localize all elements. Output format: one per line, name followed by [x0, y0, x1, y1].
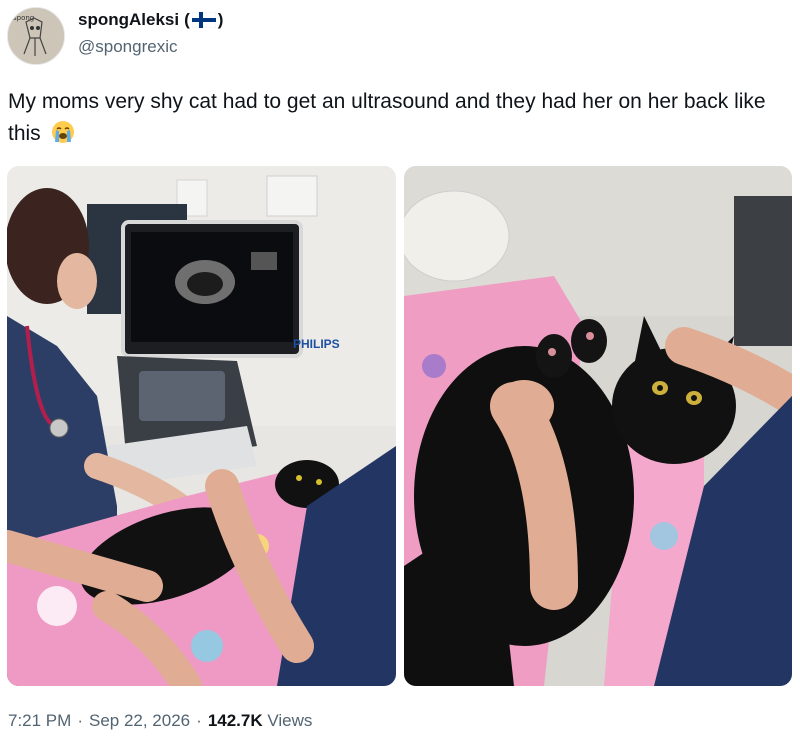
finland-flag-icon — [191, 11, 217, 29]
author-display-name[interactable]: spongAleksi — [78, 10, 179, 30]
left-monitor-brand: PHILIPS — [293, 337, 340, 351]
tweet-body: My moms very shy cat had to get an ultra… — [8, 90, 766, 145]
author-handle[interactable]: @spongrexic — [78, 37, 177, 57]
tweet-time[interactable]: 7:21 PM — [8, 711, 71, 730]
views-label: Views — [267, 711, 313, 730]
author-name-row[interactable]: spongAleksi ( ) — [78, 10, 223, 30]
tweet-meta: 7:21 PM · Sep 22, 2026 · 142.7K Views — [8, 711, 312, 731]
separator-dot: · — [196, 711, 202, 730]
views-count: 142.7K — [207, 711, 263, 730]
cat-on-back-closeup-photo[interactable] — [404, 166, 792, 686]
tweet-date[interactable]: Sep 22, 2026 — [89, 711, 190, 730]
ultrasound-room-photo[interactable]: PHILIPS — [7, 166, 396, 686]
loudly-crying-face-icon — [51, 120, 75, 144]
separator-dot: · — [77, 711, 83, 730]
flag-paren-open: ( — [184, 10, 190, 29]
svg-text:spong: spong — [13, 14, 34, 22]
tweet-text: My moms very shy cat had to get an ultra… — [8, 86, 788, 150]
flag-paren-close: ) — [217, 10, 224, 29]
avatar[interactable]: spong — [7, 7, 65, 65]
